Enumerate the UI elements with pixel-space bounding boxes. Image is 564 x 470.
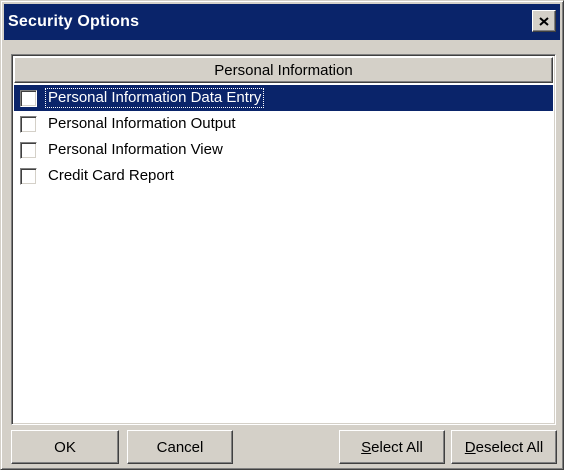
option-list: Personal Information Data Entry Personal…: [14, 85, 553, 189]
checkbox[interactable]: [20, 89, 37, 107]
security-options-list[interactable]: Personal Information Personal Informatio…: [11, 54, 556, 425]
checkbox[interactable]: [20, 115, 37, 133]
select-all-button[interactable]: Select All: [339, 430, 445, 464]
cancel-button[interactable]: Cancel: [127, 430, 233, 464]
checkbox[interactable]: [20, 141, 37, 159]
list-item-label: Personal Information View: [48, 141, 223, 158]
close-icon: [539, 16, 549, 26]
list-item-personal-information-view[interactable]: Personal Information View: [14, 137, 553, 163]
ok-button[interactable]: OK: [11, 430, 119, 464]
deselect-all-access-key: D: [464, 438, 476, 456]
close-button[interactable]: [532, 10, 556, 32]
column-header-personal-information[interactable]: Personal Information: [14, 57, 553, 83]
list-item-credit-card-report[interactable]: Credit Card Report: [14, 163, 553, 189]
select-all-label: elect All: [371, 438, 423, 456]
checkbox[interactable]: [20, 167, 37, 185]
select-all-access-key: S: [361, 438, 372, 456]
list-item-personal-information-data-entry[interactable]: Personal Information Data Entry: [14, 85, 553, 111]
list-item-label: Credit Card Report: [48, 167, 174, 184]
deselect-all-label: eselect All: [475, 438, 544, 456]
list-item-label: Personal Information Output: [48, 115, 236, 132]
title-bar[interactable]: Security Options: [4, 4, 560, 40]
security-options-dialog: Security Options Personal Information Pe…: [0, 0, 564, 470]
deselect-all-button[interactable]: Deselect All: [451, 430, 557, 464]
list-item-label: Personal Information Data Entry: [45, 88, 265, 108]
list-item-personal-information-output[interactable]: Personal Information Output: [14, 111, 553, 137]
window-title: Security Options: [8, 13, 140, 30]
